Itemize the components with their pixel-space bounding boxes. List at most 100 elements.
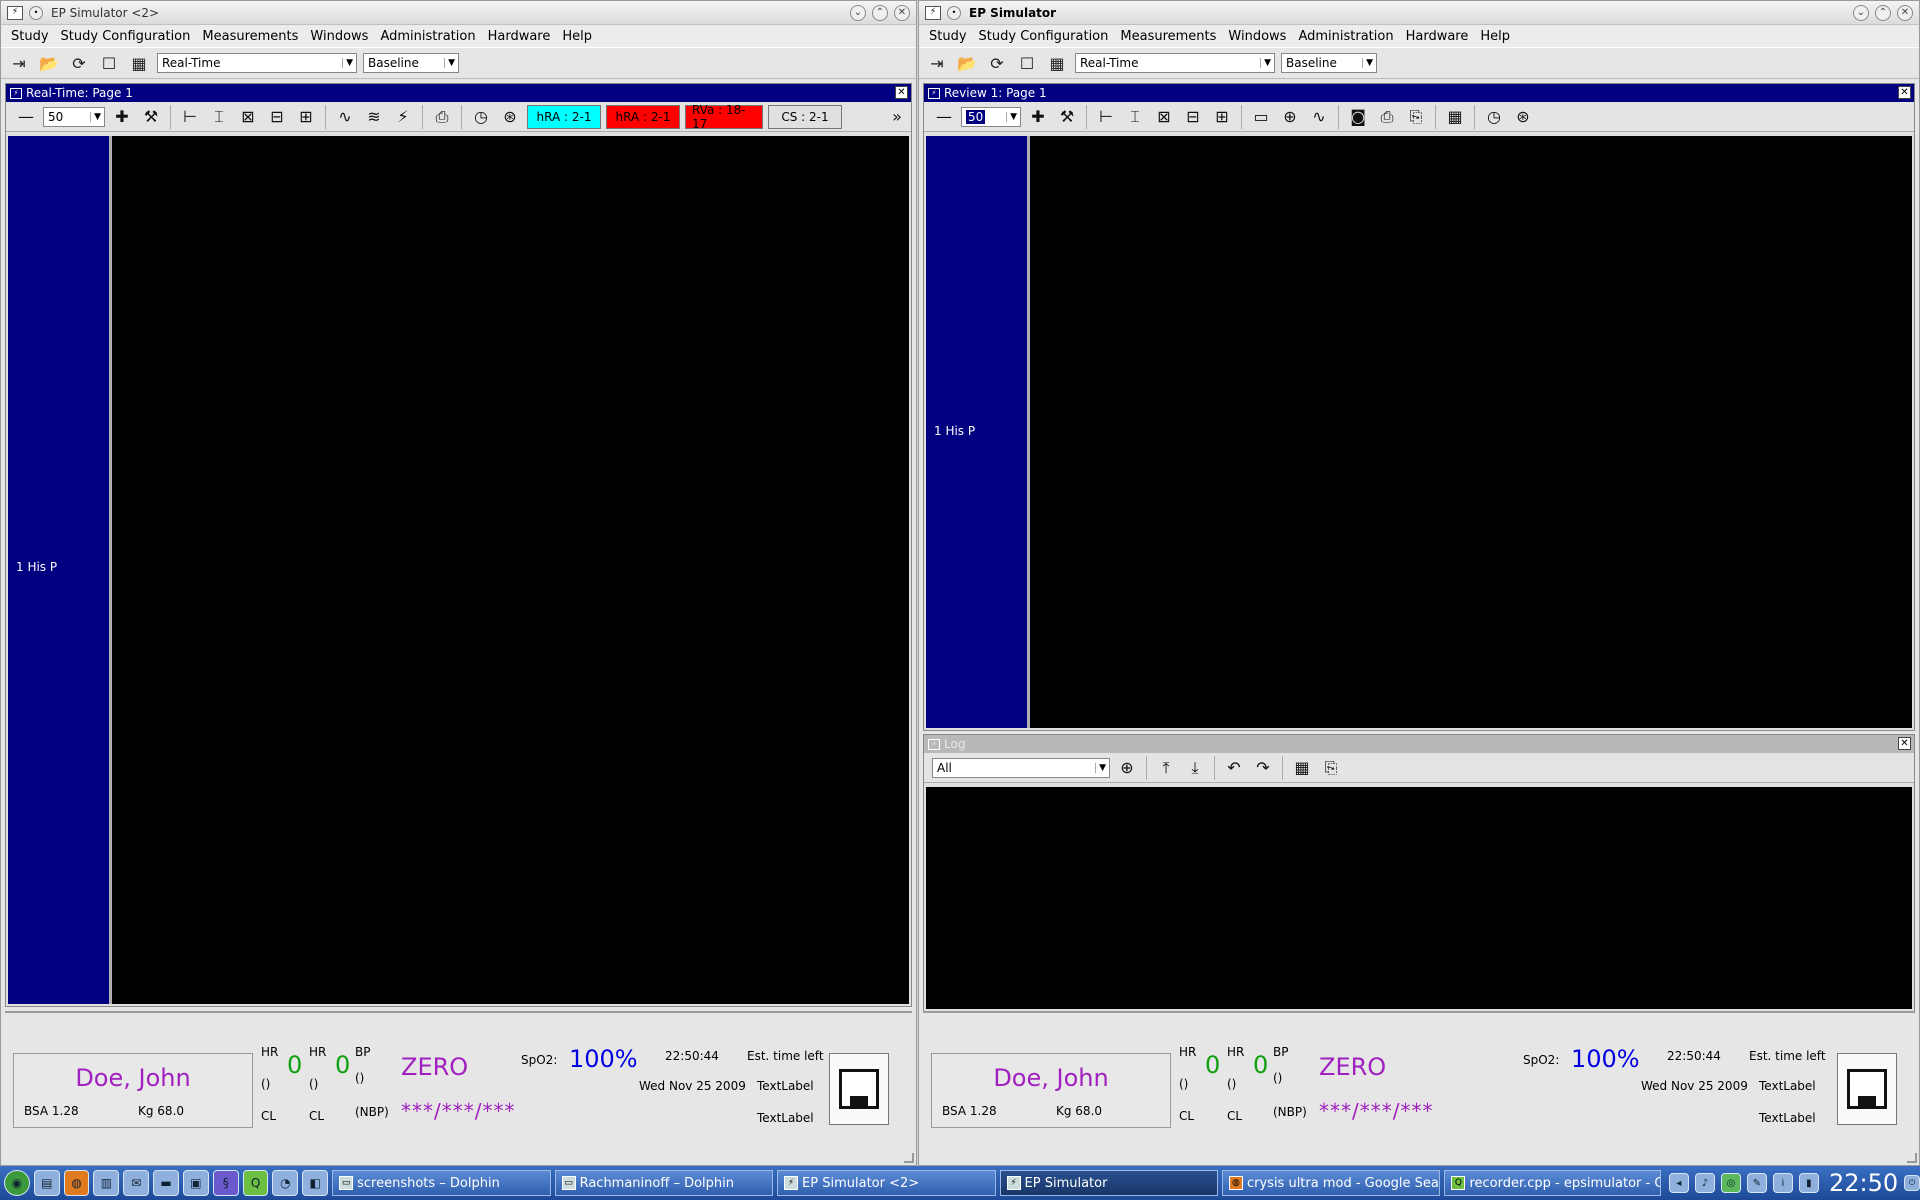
resize-grip-icon[interactable] [1907,1153,1917,1163]
log-filter-combo[interactable]: All ▼ [932,757,1110,778]
power-icon[interactable]: ⏻ [1904,1175,1920,1191]
plus-icon[interactable]: ✚ [110,105,134,129]
printer-icon[interactable]: ⎙ [430,105,454,129]
menu-windows[interactable]: Windows [310,29,368,44]
terminal-icon[interactable]: ▬ [153,1170,179,1196]
menu-help[interactable]: Help [562,29,592,44]
menu-study-configuration[interactable]: Study Configuration [61,29,191,44]
scroll-top-icon[interactable]: ⤒ [1154,756,1178,780]
task-qt-creator[interactable]: Qrecorder.cpp - epsimulator - Qt [1444,1170,1661,1196]
notes-icon[interactable]: ◧ [302,1170,329,1196]
channel-badge-rva[interactable]: RVa : 18-17 [685,103,763,131]
waveform-icon[interactable]: ∿ [1307,105,1331,129]
channel-badge-cs[interactable]: CS : 2-1 [768,104,842,129]
monitor-icon[interactable]: ▭ [1249,105,1273,129]
menu-study-configuration[interactable]: Study Configuration [979,29,1109,44]
pin-icon[interactable]: • [947,5,961,20]
channel-label[interactable]: 1 His P [16,560,57,574]
subwindow-titlebar[interactable]: ⚡ Review 1: Page 1 ✕ [924,84,1914,102]
channel-label[interactable]: 1 His P [934,424,975,438]
log-titlebar[interactable]: ⚡ Log ✕ [924,735,1914,753]
menu-administration[interactable]: Administration [380,29,475,44]
zoom-combo[interactable]: 50 ▼ [43,106,105,127]
menu-windows[interactable]: Windows [1228,29,1286,44]
pager-icon[interactable]: ▣ [182,1170,209,1196]
maximize-button[interactable]: ⌃ [1875,5,1891,21]
taskbar-clock[interactable]: 22:50 [1829,1169,1898,1197]
printer-icon[interactable]: ⎙ [1375,105,1399,129]
timer-icon[interactable]: ⊛ [1511,105,1535,129]
refresh-folder-icon[interactable]: ⟳ [67,51,91,75]
firefox-icon[interactable]: ◍ [63,1170,90,1196]
window-titlebar[interactable]: ⚡ • EP Simulator <2> ⌄ ⌃ ✕ [1,1,916,25]
minus-icon[interactable]: — [14,105,38,129]
info-icon[interactable]: i [1772,1173,1793,1193]
task-rachmaninoff-dolphin[interactable]: ▭ Rachmaninoff – Dolphin [554,1170,774,1196]
baseline-combo[interactable]: Baseline ▼ [363,53,459,73]
task-ep-simulator[interactable]: ⚡ EP Simulator [999,1170,1218,1196]
caliper-march-icon[interactable]: ⊞ [294,105,318,129]
menu-administration[interactable]: Administration [1298,29,1393,44]
signal-display[interactable] [112,136,909,1004]
task-ep-simulator-2[interactable]: ⚡ EP Simulator <2> [777,1170,996,1196]
close-icon[interactable]: ✕ [1898,86,1911,99]
mode-combo[interactable]: Real-Time ▼ [1075,53,1275,73]
pin-icon[interactable]: • [29,5,43,20]
minimize-button[interactable]: ⌄ [850,5,866,21]
menu-measurements[interactable]: Measurements [1120,29,1216,44]
table-icon[interactable]: ▦ [1443,105,1467,129]
refresh-folder-icon[interactable]: ⟳ [985,51,1009,75]
clock-icon[interactable]: ◷ [469,105,493,129]
stimulus-icon[interactable]: ⚡ [391,105,415,129]
caliper-march-icon[interactable]: ⊞ [1210,105,1234,129]
menu-hardware[interactable]: Hardware [1406,29,1469,44]
sync-icon[interactable]: ⊕ [1115,756,1139,780]
messenger-icon[interactable]: § [212,1170,239,1196]
exit-icon[interactable]: ⇥ [7,51,31,75]
task-screenshots-dolphin[interactable]: ▭ screenshots – Dolphin [332,1170,551,1196]
clear-caliper-icon[interactable]: ⊠ [1152,105,1176,129]
timer-icon[interactable]: ⊛ [498,105,522,129]
more-chevron-icon[interactable]: » [885,105,909,129]
save-disk-icon[interactable] [1837,1053,1897,1125]
menu-study[interactable]: Study [11,29,49,44]
menu-hardware[interactable]: Hardware [488,29,551,44]
thunderbird-icon[interactable]: ◔ [272,1170,299,1196]
print-preview-icon[interactable]: ⎘ [1319,756,1343,780]
mail-icon[interactable]: ✉ [123,1170,150,1196]
log-display[interactable] [926,787,1912,1009]
undo-icon[interactable]: ↶ [1222,756,1246,780]
task-firefox-google[interactable]: ◍ crysis ultra mod - Google Sear [1221,1170,1441,1196]
caliper-horizontal-icon[interactable]: ⊢ [178,105,202,129]
tools-icon[interactable]: ⚒ [1055,105,1079,129]
redo-icon[interactable]: ↷ [1251,756,1275,780]
waveform-settings-icon[interactable]: ≋ [362,105,386,129]
caliper-horizontal-icon[interactable]: ⊢ [1094,105,1118,129]
blank-page-icon[interactable]: ☐ [1015,51,1039,75]
print-preview-icon[interactable]: ⎘ [1404,105,1428,129]
open-folder-icon[interactable]: 📂 [37,51,61,75]
caliper-vertical-icon[interactable]: ⌶ [207,105,231,129]
caliper-set-icon[interactable]: ⊟ [1181,105,1205,129]
waveform-icon[interactable]: ∿ [333,105,357,129]
caliper-vertical-icon[interactable]: ⌶ [1123,105,1147,129]
klipper-icon[interactable]: ✎ [1746,1173,1767,1193]
baseline-combo[interactable]: Baseline ▼ [1281,53,1377,73]
save-disk-icon[interactable] [829,1053,889,1125]
sync-icon[interactable]: ⊕ [1278,105,1302,129]
scroll-bottom-icon[interactable]: ⤓ [1183,756,1207,780]
tools-icon[interactable]: ⚒ [139,105,163,129]
qt-icon[interactable]: Q [242,1170,269,1196]
plus-icon[interactable]: ✚ [1026,105,1050,129]
signal-display[interactable] [1030,136,1912,728]
minus-icon[interactable]: — [932,105,956,129]
desktop-icon[interactable]: ▤ [33,1170,60,1196]
subwindow-titlebar[interactable]: ⚡ Real-Time: Page 1 ✕ [6,84,911,102]
window-titlebar[interactable]: ⚡ • EP Simulator ⌄ ⌃ ✕ [919,1,1919,25]
monitor-icon[interactable]: ▦ [1045,51,1069,75]
channel-badge-hra-cyan[interactable]: hRA : 2-1 [527,104,601,129]
clear-caliper-icon[interactable]: ⊠ [236,105,260,129]
clock-icon[interactable]: ◷ [1482,105,1506,129]
network-icon[interactable]: ◎ [1720,1173,1741,1193]
start-menu-icon[interactable]: ◉ [4,1170,30,1196]
